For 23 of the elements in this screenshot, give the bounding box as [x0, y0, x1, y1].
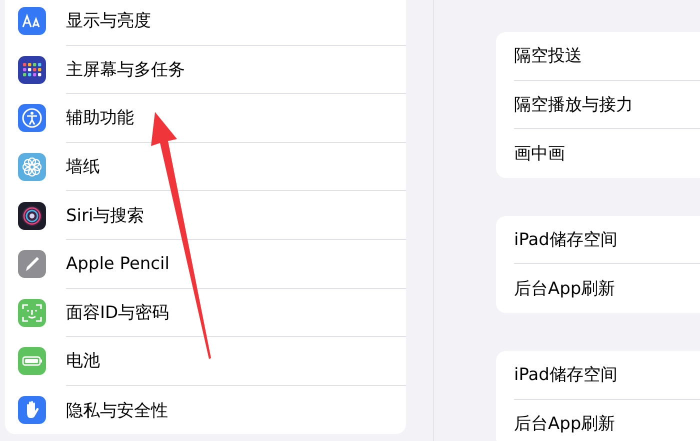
row-label: 显示与亮度 — [66, 0, 406, 46]
battery-icon — [18, 347, 46, 376]
settings-row[interactable]: 隔空播放与接力 — [514, 80, 700, 130]
settings-row[interactable]: 主屏幕与多任务 — [5, 46, 406, 94]
settings-row[interactable]: 后台App刷新 — [514, 264, 700, 313]
hand-icon — [18, 396, 46, 424]
row-label: 主屏幕与多任务 — [66, 46, 406, 94]
app-grid-icon — [18, 56, 46, 84]
accessibility-icon — [18, 104, 46, 132]
face-icon — [18, 298, 46, 327]
settings-row[interactable]: 画中画 — [514, 129, 700, 178]
pencil-icon — [18, 250, 46, 278]
row-label: 隐私与安全性 — [66, 400, 169, 423]
settings-row[interactable]: 电池 — [5, 337, 406, 386]
settings-row[interactable]: iPad储存空间 — [514, 350, 700, 400]
settings-row[interactable]: iPad储存空间 — [514, 216, 700, 264]
settings-row[interactable]: 隐私与安全性 — [5, 386, 406, 434]
flower-icon — [18, 153, 46, 182]
settings-row[interactable]: 隔空投送 — [514, 32, 700, 81]
display-icon — [18, 7, 46, 36]
orb-icon — [18, 202, 46, 230]
settings-row[interactable]: 显示与亮度 — [5, 0, 406, 46]
settings-row[interactable]: 后台App刷新 — [514, 400, 700, 441]
